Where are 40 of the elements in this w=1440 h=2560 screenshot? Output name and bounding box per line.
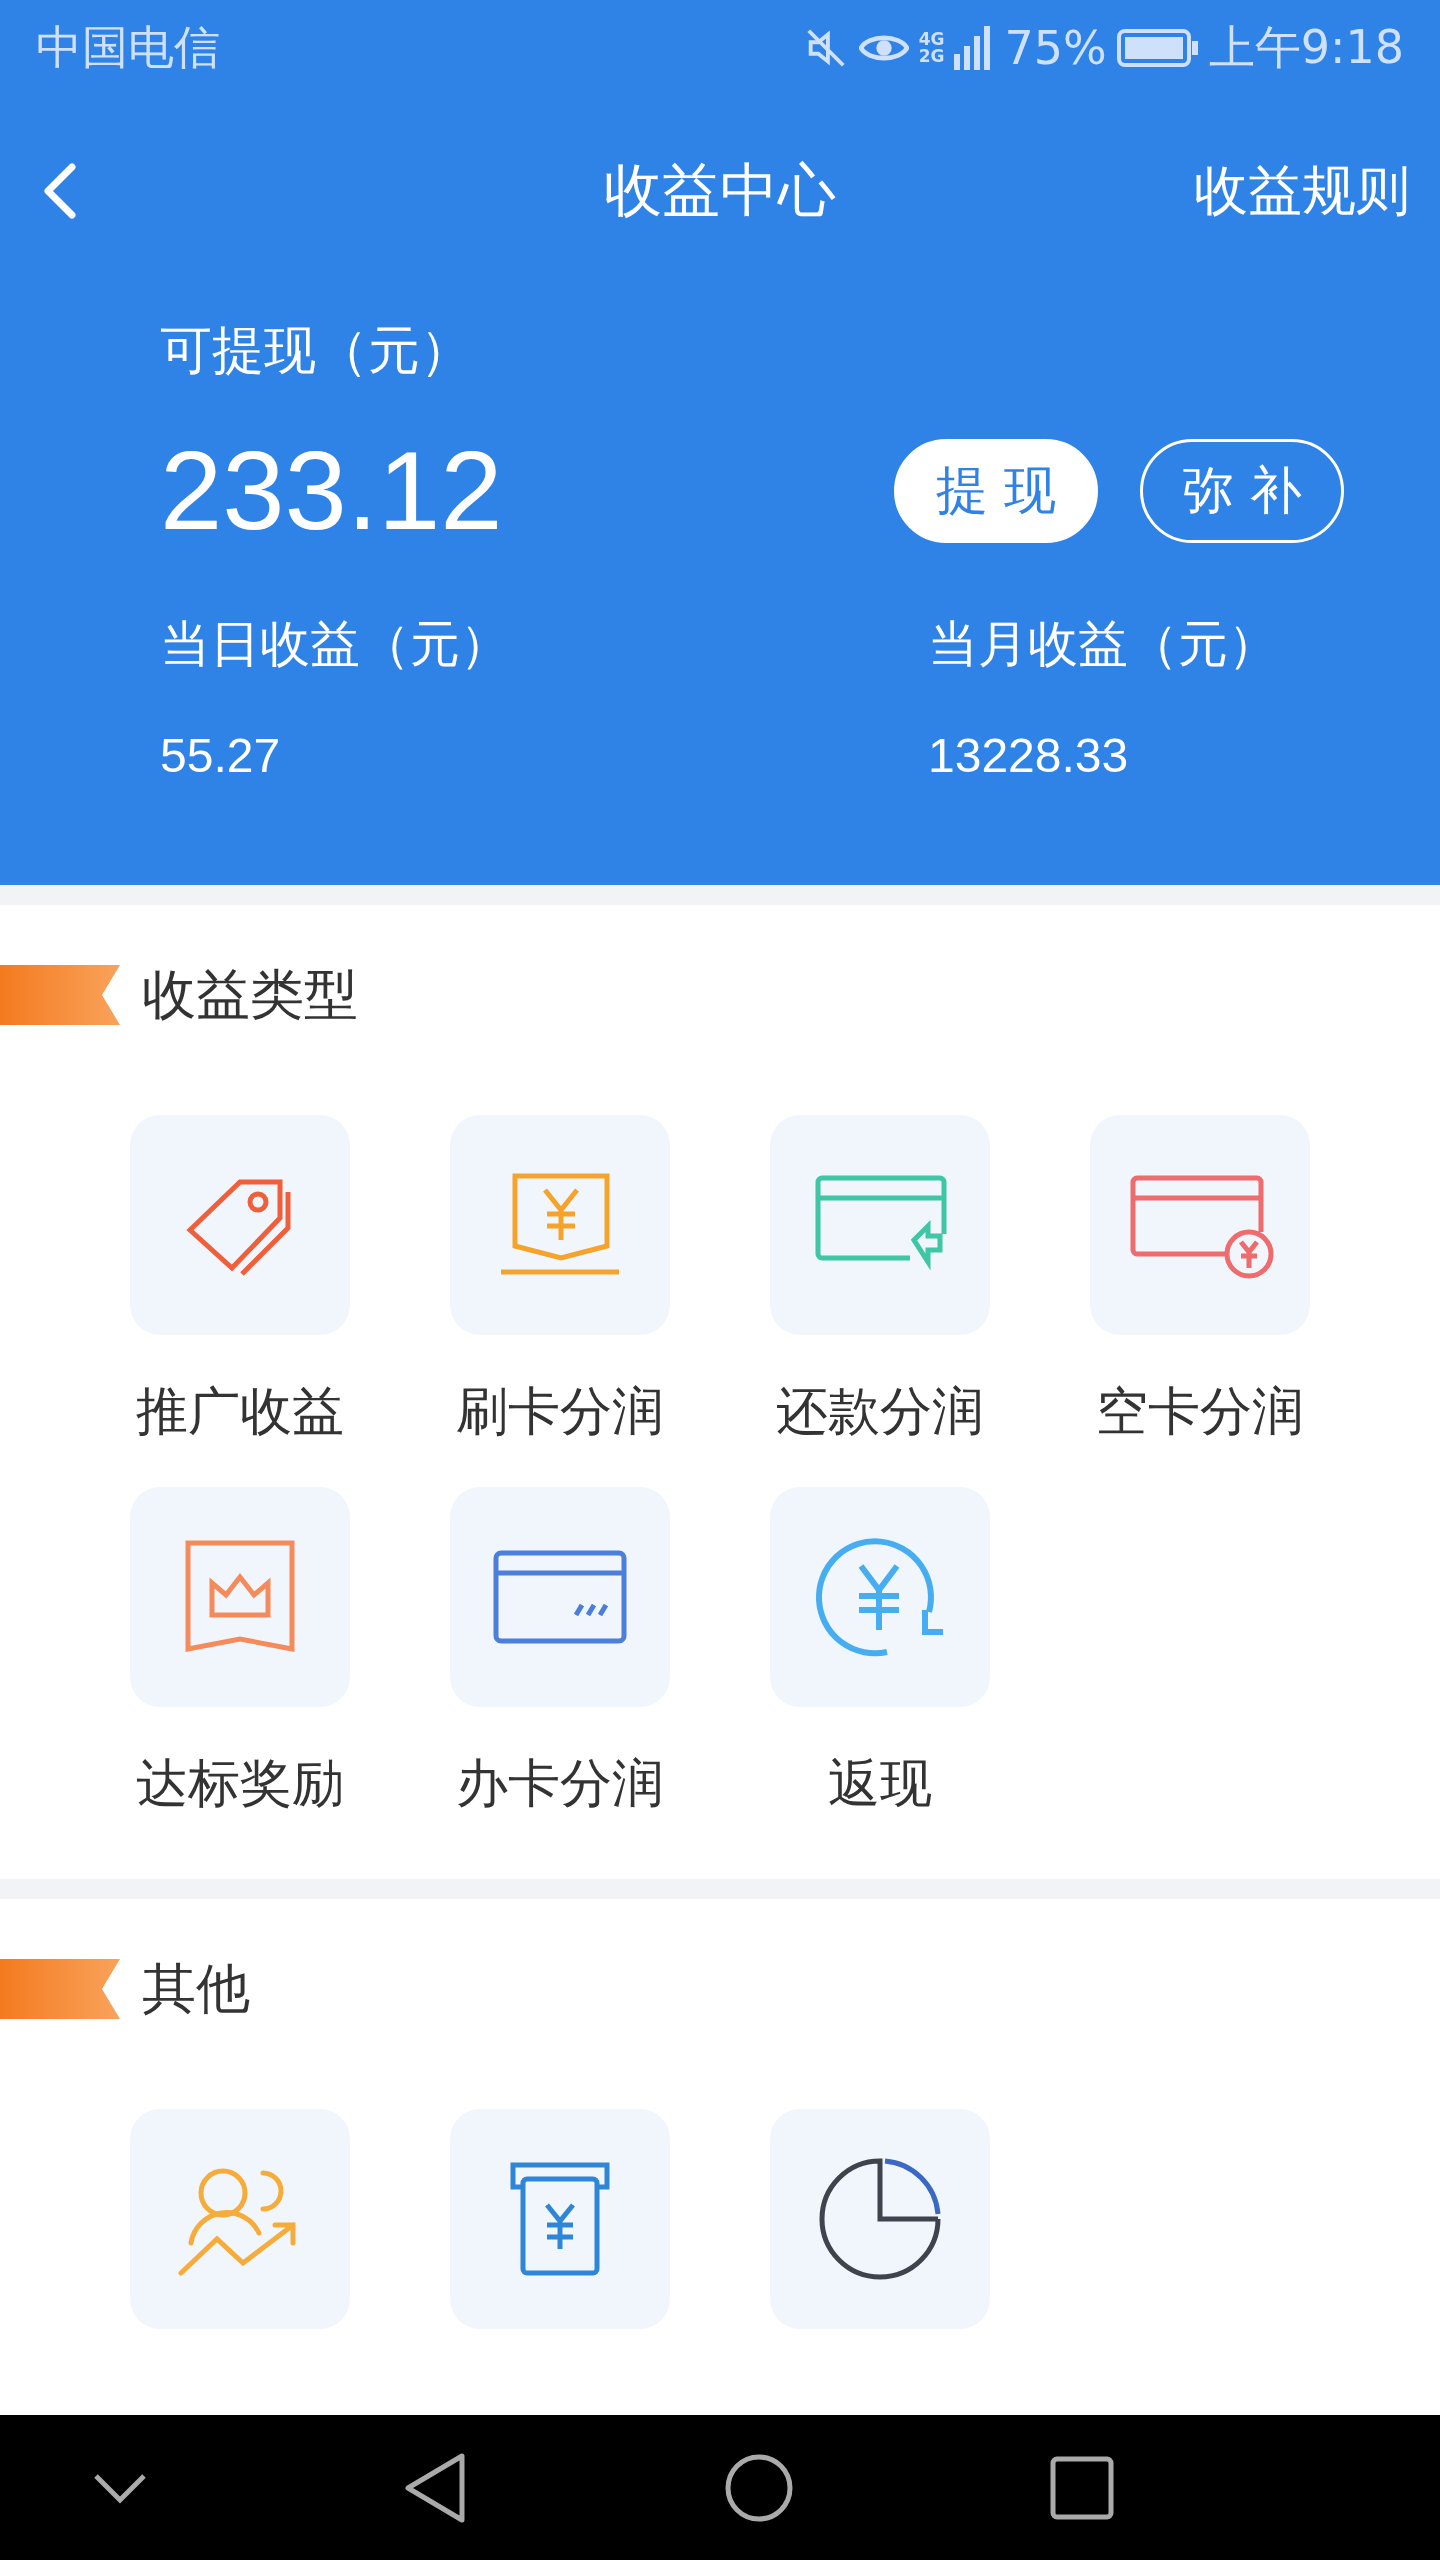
menu-label: 空卡分润 [1096,1380,1304,1443]
balance-amount: 233.12 [160,427,503,555]
menu-label: 办卡分润 [456,1752,664,1815]
menu-tile[interactable] [770,1487,990,1707]
withdraw-button[interactable]: 提 现 [894,438,1098,543]
section-title: 其他 [142,1955,250,2022]
home-icon[interactable] [724,2452,794,2523]
menu-tile[interactable] [770,2109,990,2329]
menu-tile[interactable] [450,1487,670,1707]
clock: 上午9:18 [1208,19,1404,76]
menu-tile[interactable] [450,2109,670,2329]
menu-label: 还款分润 [776,1380,984,1443]
stat-label: 当月收益（元） [928,614,1279,675]
balance-label: 可提现（元） [160,319,473,382]
network-label: 4G [918,31,945,48]
section-flag-icon [0,965,120,1025]
menu-label: 刷卡分润 [456,1380,664,1443]
menu-tile[interactable] [130,1115,350,1335]
network-label: 2G [918,48,945,65]
section-flag-icon [0,1959,120,2019]
menu-tile[interactable] [770,1115,990,1335]
menu-tile[interactable] [450,1115,670,1335]
menu-tile[interactable] [1090,1115,1310,1335]
rules-link[interactable]: 收益规则 [1194,154,1410,228]
stat-label: 当日收益（元） [160,614,511,675]
menu-tile[interactable] [130,2109,350,2329]
battery-percent: 75% [1004,21,1107,75]
menu-label: 推广收益 [136,1380,344,1443]
menu-tile[interactable] [130,1487,350,1707]
stat-value: 55.27 [160,728,282,783]
menu-label: 返现 [828,1752,932,1815]
back-icon[interactable] [404,2451,468,2524]
recents-icon[interactable] [1050,2455,1114,2520]
section-title: 收益类型 [142,961,358,1028]
compensate-button[interactable]: 弥 补 [1140,438,1344,543]
carrier-name: 中国电信 [36,19,220,76]
stat-value: 13228.33 [928,728,1130,783]
menu-label: 达标奖励 [136,1752,344,1815]
battery-icon [1116,29,1199,67]
page-title: 收益中心 [604,155,836,226]
